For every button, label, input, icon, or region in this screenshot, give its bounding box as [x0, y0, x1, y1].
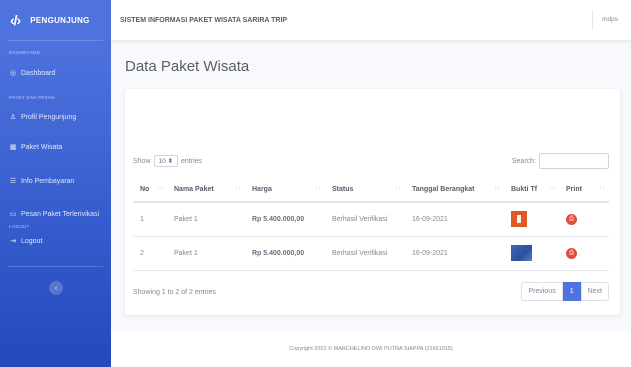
sidebar-heading-dashboard: DASHBOARD	[9, 50, 41, 55]
sidebar-brand[interactable]: ‹/› PENGUNJUNG	[0, 0, 111, 40]
cell-tanggal: 16-09-2021	[405, 202, 504, 237]
sidebar-item-logout[interactable]: ⇥ Logout	[0, 237, 43, 246]
copyright-text: Copyright 2022 © MARCHELINO DWI PUTRA SI…	[289, 346, 453, 352]
sort-icon: ↑↓	[157, 185, 163, 191]
entries-label: entries	[181, 157, 203, 165]
sort-icon: ↑↓	[395, 185, 401, 191]
page-1-button[interactable]: 1	[562, 282, 581, 301]
cell-no: 1	[133, 202, 167, 237]
entries-select[interactable]: 10 ⬍	[153, 155, 179, 167]
paket-table: No ↑↓ Nama Paket ↑↓ Harga ↑↓ Status ↑↓ Tangg…	[133, 177, 609, 271]
column-header-bukti-tf[interactable]: Bukti Tf ↑↓	[504, 177, 559, 203]
user-menu[interactable]: mdps	[602, 16, 618, 23]
sidebar-item-info-pembayaran[interactable]: ☰ Info Pembayaran	[0, 177, 75, 186]
next-page-button[interactable]: Next	[580, 282, 609, 301]
sidebar-item-paket-wisata[interactable]: ▦ Paket Wisata	[0, 143, 63, 152]
sidebar-heading-logout: LOGOUT	[9, 224, 30, 229]
column-header-status[interactable]: Status ↑↓	[325, 177, 405, 203]
table-info: Showing 1 to 2 of 2 entries	[133, 289, 216, 296]
user-icon: ♙	[9, 114, 17, 121]
sidebar-toggle-button[interactable]: ‹	[49, 281, 63, 295]
print-button[interactable]: ⎙	[566, 247, 577, 259]
table-row: 1 Paket 1 Rp 5.400.000,00 Berhasil Verif…	[133, 202, 609, 237]
transfer-proof-thumbnail[interactable]	[511, 245, 532, 261]
cell-nama-paket: Paket 1	[167, 202, 245, 237]
code-logo-icon: ‹/›	[10, 12, 21, 28]
sort-icon: ↑↓	[599, 185, 605, 191]
column-header-tanggal[interactable]: Tanggal Berangkat ↑↓	[405, 177, 504, 203]
pagination: Previous 1 Next	[521, 282, 609, 301]
sort-icon: ↑↓	[315, 185, 321, 191]
print-button[interactable]: ⎙	[566, 213, 577, 225]
data-card: Show 10 ⬍ entries Search: No ↑↓ Nama Pake…	[125, 89, 620, 315]
card-icon: ▭	[9, 211, 17, 218]
money-icon: ☰	[9, 178, 17, 185]
sidebar-item-label: Profil Pengunjung	[21, 113, 77, 121]
print-icon: ⎙	[569, 249, 574, 256]
cell-bukti-tf	[504, 202, 559, 237]
logout-icon: ⇥	[10, 238, 16, 245]
search-label: Search:	[511, 157, 536, 165]
cell-nama-paket: Paket 1	[167, 236, 245, 271]
cell-no: 2	[133, 236, 167, 271]
sidebar-item-dashboard[interactable]: ◎ Dashboard	[0, 69, 56, 78]
sidebar-item-label: Paket Wisata	[21, 143, 63, 151]
brand-name: PENGUNJUNG	[30, 15, 90, 25]
sort-icon: ↑↓	[235, 185, 241, 191]
cell-status: Berhasil Verifikasi	[325, 236, 405, 271]
column-header-harga[interactable]: Harga ↑↓	[245, 177, 325, 203]
sidebar-item-pesan-paket[interactable]: ▭ Pesan Paket Terlerivikasi	[0, 210, 100, 219]
sidebar-divider	[8, 40, 103, 41]
sidebar-heading-paket: PAKET DAN PESAN	[9, 95, 55, 100]
cell-bukti-tf	[504, 236, 559, 271]
sidebar-item-label: Dashboard	[21, 69, 56, 77]
app-title: SISTEM INFORMASI PAKET WISATA SARIRA TRI…	[120, 16, 288, 24]
entries-length-control: Show 10 ⬍ entries	[133, 155, 202, 167]
sidebar: ‹/› PENGUNJUNG DASHBOARD ◎ Dashboard PAK…	[0, 0, 111, 367]
cell-harga: Rp 5.400.000,00	[245, 202, 325, 237]
table-row: 2 Paket 1 Rp 5.400.000,00 Berhasil Verif…	[133, 236, 609, 271]
transfer-proof-thumbnail[interactable]	[511, 211, 527, 228]
search-input[interactable]	[539, 153, 609, 169]
footer: Copyright 2022 © MARCHELINO DWI PUTRA SI…	[111, 331, 631, 367]
sidebar-divider	[8, 266, 103, 267]
print-icon: ⎙	[569, 215, 574, 222]
page-title: Data Paket Wisata	[125, 58, 250, 75]
select-arrows-icon: ⬍	[167, 158, 174, 165]
sort-icon: ↑↓	[549, 185, 555, 191]
cell-print: ⎙	[559, 202, 609, 237]
sort-icon: ↑↓	[494, 185, 500, 191]
table-header-row: No ↑↓ Nama Paket ↑↓ Harga ↑↓ Status ↑↓ Tangg…	[133, 177, 609, 203]
sidebar-item-label: Info Pembayaran	[21, 177, 75, 185]
column-header-nama-paket[interactable]: Nama Paket ↑↓	[167, 177, 245, 203]
cell-status: Berhasil Verifikasi	[325, 202, 405, 237]
cell-print: ⎙	[559, 236, 609, 271]
column-header-print[interactable]: Print ↑↓	[559, 177, 609, 203]
topbar: SISTEM INFORMASI PAKET WISATA SARIRA TRI…	[111, 0, 631, 40]
sidebar-item-profil[interactable]: ♙ Profil Pengunjung	[0, 113, 77, 122]
dashboard-icon: ◎	[9, 70, 17, 77]
cell-tanggal: 16-09-2021	[405, 236, 504, 271]
table-search: Search:	[512, 153, 609, 169]
chevron-left-icon: ‹	[54, 284, 58, 292]
column-header-no[interactable]: No ↑↓	[133, 177, 167, 203]
entries-select-value: 10	[158, 158, 166, 165]
cell-harga: Rp 5.400.000,00	[245, 236, 325, 271]
sidebar-item-label: Logout	[21, 237, 43, 245]
receipt-image-icon	[517, 215, 521, 224]
show-label: Show	[133, 157, 151, 165]
sidebar-item-label: Pesan Paket Terlerivikasi	[21, 210, 100, 218]
topbar-divider	[592, 10, 593, 30]
previous-page-button[interactable]: Previous	[521, 282, 563, 301]
table-icon: ▦	[9, 144, 17, 151]
